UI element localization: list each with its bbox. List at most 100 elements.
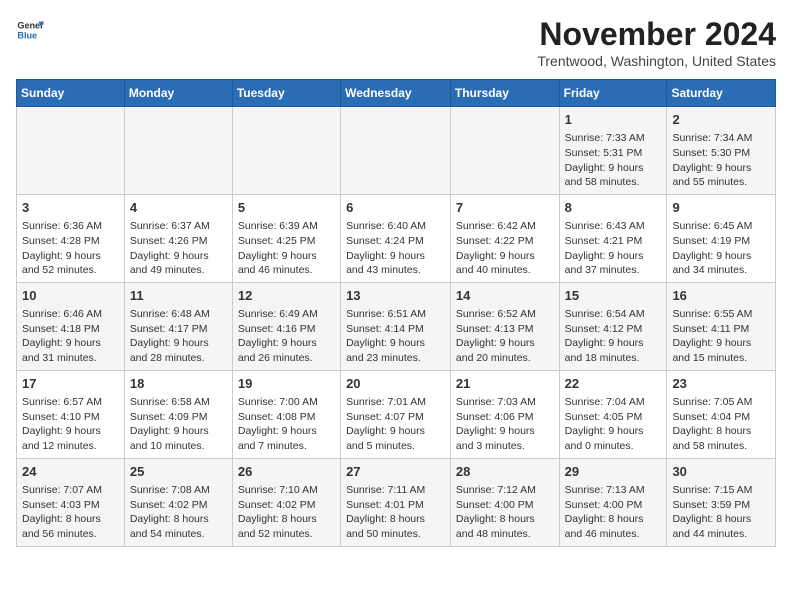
day-number: 19	[238, 375, 335, 393]
calendar-cell: 20Sunrise: 7:01 AMSunset: 4:07 PMDayligh…	[341, 370, 451, 458]
cell-info: Sunrise: 7:11 AM	[346, 483, 445, 498]
cell-info: Sunrise: 6:51 AM	[346, 307, 445, 322]
day-number: 5	[238, 199, 335, 217]
cell-info: Sunrise: 6:43 AM	[565, 219, 662, 234]
cell-info: Sunset: 4:21 PM	[565, 234, 662, 249]
cell-info: Daylight: 9 hours and 0 minutes.	[565, 424, 662, 453]
cell-info: Daylight: 9 hours and 20 minutes.	[456, 336, 554, 365]
day-number: 22	[565, 375, 662, 393]
cell-info: Sunrise: 6:55 AM	[672, 307, 770, 322]
calendar-cell: 12Sunrise: 6:49 AMSunset: 4:16 PMDayligh…	[232, 282, 340, 370]
calendar-cell: 26Sunrise: 7:10 AMSunset: 4:02 PMDayligh…	[232, 458, 340, 546]
cell-info: Sunset: 4:07 PM	[346, 410, 445, 425]
calendar-cell	[124, 107, 232, 195]
cell-info: Sunset: 4:01 PM	[346, 498, 445, 513]
calendar-cell: 28 Sunrise: 7:12 AMSunset: 4:00 PMDayligh…	[450, 458, 559, 546]
cell-info: Sunset: 4:02 PM	[130, 498, 227, 513]
weekday-header-wednesday: Wednesday	[341, 80, 451, 107]
cell-info: Daylight: 8 hours and 48 minutes.	[456, 512, 554, 541]
calendar-cell: 15Sunrise: 6:54 AMSunset: 4:12 PMDayligh…	[559, 282, 667, 370]
calendar-cell: 23Sunrise: 7:05 AMSunset: 4:04 PMDayligh…	[667, 370, 776, 458]
day-number: 8	[565, 199, 662, 217]
cell-info: Sunrise: 7:04 AM	[565, 395, 662, 410]
calendar-body: 1Sunrise: 7:33 AMSunset: 5:31 PMDaylight…	[17, 107, 776, 547]
cell-info: Daylight: 9 hours and 18 minutes.	[565, 336, 662, 365]
calendar-cell: 17Sunrise: 6:57 AMSunset: 4:10 PMDayligh…	[17, 370, 125, 458]
cell-info: Sunrise: 6:37 AM	[130, 219, 227, 234]
weekday-header-saturday: Saturday	[667, 80, 776, 107]
cell-info: Sunset: 4:28 PM	[22, 234, 119, 249]
cell-info: Sunset: 4:17 PM	[130, 322, 227, 337]
cell-info: Sunrise: 6:40 AM	[346, 219, 445, 234]
cell-info: Sunset: 4:26 PM	[130, 234, 227, 249]
cell-info: Sunrise: 7:33 AM	[565, 131, 662, 146]
day-number: 28	[456, 463, 554, 481]
cell-info: Sunrise: 7:15 AM	[672, 483, 770, 498]
cell-info: Sunrise: 6:57 AM	[22, 395, 119, 410]
month-title: November 2024	[537, 16, 776, 53]
day-number: 13	[346, 287, 445, 305]
day-number: 11	[130, 287, 227, 305]
calendar-cell: 25Sunrise: 7:08 AMSunset: 4:02 PMDayligh…	[124, 458, 232, 546]
cell-info: Sunrise: 7:08 AM	[130, 483, 227, 498]
cell-info: Sunrise: 7:05 AM	[672, 395, 770, 410]
cell-info: Daylight: 9 hours and 15 minutes.	[672, 336, 770, 365]
cell-info: Sunrise: 6:46 AM	[22, 307, 119, 322]
cell-info: Sunrise: 7:10 AM	[238, 483, 335, 498]
day-number: 30	[672, 463, 770, 481]
cell-info: Sunrise: 7:12 AM	[456, 483, 554, 498]
calendar-cell: 1Sunrise: 7:33 AMSunset: 5:31 PMDaylight…	[559, 107, 667, 195]
cell-info: Sunset: 4:03 PM	[22, 498, 119, 513]
calendar-cell: 29Sunrise: 7:13 AMSunset: 4:00 PMDayligh…	[559, 458, 667, 546]
cell-info: Sunset: 4:00 PM	[456, 498, 554, 513]
day-number: 10	[22, 287, 119, 305]
cell-info: Sunrise: 6:45 AM	[672, 219, 770, 234]
weekday-header-friday: Friday	[559, 80, 667, 107]
day-number: 18	[130, 375, 227, 393]
cell-info: Sunrise: 6:36 AM	[22, 219, 119, 234]
svg-text:Blue: Blue	[17, 30, 37, 40]
calendar-cell: 18Sunrise: 6:58 AMSunset: 4:09 PMDayligh…	[124, 370, 232, 458]
day-number: 6	[346, 199, 445, 217]
cell-info: Sunset: 4:04 PM	[672, 410, 770, 425]
cell-info: Sunset: 4:00 PM	[565, 498, 662, 513]
location: Trentwood, Washington, United States	[537, 53, 776, 69]
cell-info: Sunset: 4:22 PM	[456, 234, 554, 249]
header-row: SundayMondayTuesdayWednesdayThursdayFrid…	[17, 80, 776, 107]
calendar-cell: 3 Sunrise: 6:36 AMSunset: 4:28 PMDaylight…	[17, 194, 125, 282]
day-number: 12	[238, 287, 335, 305]
cell-info: Sunset: 4:18 PM	[22, 322, 119, 337]
day-number: 3	[22, 199, 119, 217]
calendar-cell: 6 Sunrise: 6:40 AMSunset: 4:24 PMDaylight…	[341, 194, 451, 282]
cell-info: Sunset: 4:05 PM	[565, 410, 662, 425]
cell-info: Daylight: 8 hours and 52 minutes.	[238, 512, 335, 541]
day-number: 4	[130, 199, 227, 217]
cell-info: Daylight: 9 hours and 5 minutes.	[346, 424, 445, 453]
calendar-week-3: 10 Sunrise: 6:46 AMSunset: 4:18 PM Dayligh…	[17, 282, 776, 370]
cell-info: Sunset: 4:24 PM	[346, 234, 445, 249]
calendar-cell: 21Sunrise: 7:03 AMSunset: 4:06 PMDayligh…	[450, 370, 559, 458]
cell-info: Daylight: 8 hours and 54 minutes.	[130, 512, 227, 541]
cell-info: Daylight: 9 hours and 34 minutes.	[672, 249, 770, 278]
calendar-cell: 27Sunrise: 7:11 AMSunset: 4:01 PMDayligh…	[341, 458, 451, 546]
cell-info: Daylight: 9 hours and 37 minutes.	[565, 249, 662, 278]
calendar-table: SundayMondayTuesdayWednesdayThursdayFrid…	[16, 79, 776, 547]
calendar-cell: 4Sunrise: 6:37 AMSunset: 4:26 PMDaylight…	[124, 194, 232, 282]
cell-info: Daylight: 9 hours and 26 minutes.	[238, 336, 335, 365]
cell-info: Daylight: 9 hours and 23 minutes.	[346, 336, 445, 365]
cell-info: Daylight: 9 hours and 28 minutes.	[130, 336, 227, 365]
cell-info: Sunset: 4:08 PM	[238, 410, 335, 425]
calendar-cell: 19Sunrise: 7:00 AMSunset: 4:08 PMDayligh…	[232, 370, 340, 458]
cell-info: Daylight: 9 hours and 52 minutes.	[22, 249, 119, 278]
cell-info: Sunset: 4:09 PM	[130, 410, 227, 425]
cell-info: Daylight: 8 hours and 50 minutes.	[346, 512, 445, 541]
cell-info: Sunset: 4:16 PM	[238, 322, 335, 337]
cell-info: Daylight: 9 hours and 43 minutes.	[346, 249, 445, 278]
day-number: 20	[346, 375, 445, 393]
calendar-cell: 22 Sunrise: 7:04 AMSunset: 4:05 PMDayligh…	[559, 370, 667, 458]
cell-info: Daylight: 9 hours and 55 minutes.	[672, 161, 770, 190]
calendar-cell	[341, 107, 451, 195]
cell-info: Sunset: 4:06 PM	[456, 410, 554, 425]
calendar-cell: 13Sunrise: 6:51 AMSunset: 4:14 PMDayligh…	[341, 282, 451, 370]
cell-info: Daylight: 8 hours and 56 minutes.	[22, 512, 119, 541]
